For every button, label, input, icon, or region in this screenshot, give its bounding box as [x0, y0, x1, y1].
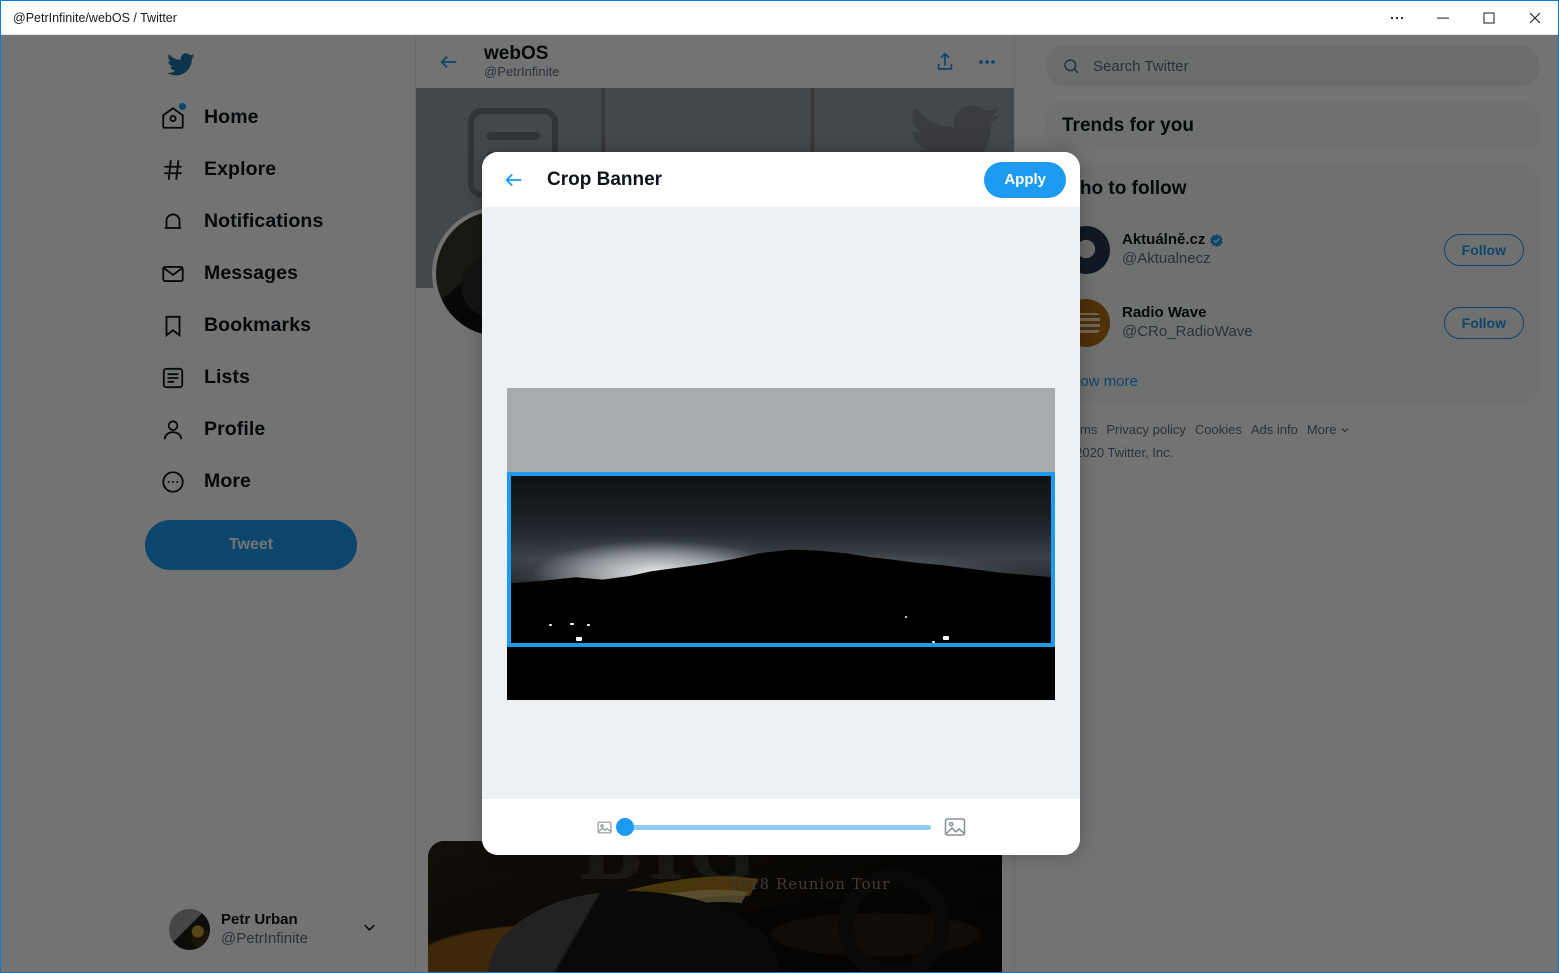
crop-selection[interactable] — [507, 472, 1055, 647]
list-item[interactable]: Radio Wave @CRo_RadioWave Follow — [1046, 286, 1540, 359]
avatar — [169, 909, 210, 950]
sidebar-item-explore[interactable]: Explore — [145, 145, 371, 194]
sidebar-item-label: More — [204, 470, 251, 492]
city-light — [548, 624, 552, 626]
person-icon — [159, 416, 186, 443]
chevron-down-icon — [1342, 428, 1349, 433]
city-light — [575, 637, 582, 641]
footer: TermsPrivacy policyCookiesAds infoMore ©… — [1046, 403, 1540, 463]
window-close-button[interactable] — [1512, 1, 1558, 35]
image-small-icon — [596, 819, 613, 836]
trends-card: Trends for you — [1046, 102, 1540, 150]
night-sky-photo — [511, 476, 1051, 643]
sidebar-item-bookmarks[interactable]: Bookmarks — [145, 301, 371, 350]
sidebar-item-profile[interactable]: Profile — [145, 405, 371, 454]
arrow-left-icon[interactable] — [496, 162, 532, 198]
left-navigation: Home Explore Notifications Messages Book… — [1, 35, 415, 972]
envelope-icon — [159, 260, 186, 287]
copyright: © 2020 Twitter, Inc. — [1062, 444, 1174, 460]
who-to-follow-card: Who to follow Aktuálně.cz @Aktualnecz Fo… — [1046, 165, 1540, 403]
footer-link-ads-info[interactable]: Ads info — [1251, 422, 1298, 437]
twitter-page: Home Explore Notifications Messages Book… — [1, 35, 1558, 972]
city-light — [586, 624, 590, 626]
profile-handle: @PetrInfinite — [484, 63, 560, 79]
sidebar-item-notifications[interactable]: Notifications — [145, 197, 371, 246]
zoom-slider-thumb[interactable] — [615, 818, 634, 836]
footer-link-cookies[interactable]: Cookies — [1195, 422, 1242, 437]
who-to-follow-title: Who to follow — [1062, 178, 1187, 199]
share-icon[interactable] — [934, 51, 956, 73]
chevron-down-icon[interactable] — [360, 918, 379, 942]
account-switcher[interactable]: Petr Urban @PetrInfinite — [159, 901, 389, 958]
list-item[interactable]: Aktuálně.cz @Aktualnecz Follow — [1046, 213, 1540, 286]
window-controls — [1374, 1, 1558, 35]
sidebar-item-label: Lists — [204, 366, 251, 388]
account-name: Petr Urban — [221, 910, 298, 928]
trends-title: Trends for you — [1062, 115, 1194, 136]
show-more-link[interactable]: Show more — [1046, 359, 1540, 403]
footer-link-privacy[interactable]: Privacy policy — [1106, 422, 1185, 437]
follow-button[interactable]: Follow — [1443, 234, 1524, 266]
follow-button[interactable]: Follow — [1443, 307, 1524, 339]
tour-poster-image[interactable]: BIG 2018 Reunion Tour — [428, 841, 1002, 972]
sidebar-item-label: Profile — [204, 418, 266, 440]
home-icon — [159, 103, 186, 131]
zoom-slider-track[interactable] — [615, 818, 931, 836]
hashtag-icon — [159, 156, 186, 183]
window-maximize-button[interactable] — [1466, 1, 1512, 35]
sidebar-item-label: Home — [204, 106, 259, 128]
sidebar-item-home[interactable]: Home — [145, 93, 371, 142]
sidebar-item-label: Explore — [204, 158, 277, 180]
more-circle-icon — [159, 468, 186, 495]
apply-button[interactable]: Apply — [984, 161, 1066, 198]
sidebar-item-label: Notifications — [204, 210, 324, 232]
bookmark-icon — [159, 312, 186, 339]
window-minimize-button[interactable] — [1420, 1, 1466, 35]
search-input[interactable] — [1093, 57, 1524, 75]
list-icon — [159, 364, 186, 391]
window-title: @PetrInfinite/webOS / Twitter — [13, 10, 177, 25]
city-light — [943, 636, 949, 640]
app-window: @PetrInfinite/webOS / Twitter Home Explo… — [0, 0, 1559, 973]
account-name: Radio Wave — [1122, 304, 1207, 322]
more-horizontal-icon[interactable] — [976, 51, 998, 73]
profile-header: webOS @PetrInfinite — [416, 35, 1014, 88]
tour-caption: 2018 Reunion Tour — [728, 875, 891, 893]
sidebar-item-messages[interactable]: Messages — [145, 249, 371, 298]
verified-badge-icon — [1209, 233, 1224, 248]
footer-more-label: More — [1306, 422, 1337, 437]
account-handle: @Aktualnecz — [1122, 250, 1211, 267]
account-handle: @PetrInfinite — [221, 929, 308, 947]
search-box[interactable] — [1046, 45, 1540, 87]
window-more-button[interactable] — [1374, 1, 1420, 35]
mountain-ridge — [511, 549, 1051, 643]
zoom-slider-bar — [482, 799, 1080, 855]
page-title: webOS — [484, 43, 549, 65]
dialog-title: Crop Banner — [547, 168, 663, 190]
tweet-button[interactable]: Tweet — [145, 520, 357, 570]
search-icon — [1062, 57, 1081, 76]
dialog-header: Crop Banner Apply — [482, 152, 1080, 207]
account-handle: @CRo_RadioWave — [1122, 323, 1253, 340]
sidebar-item-more[interactable]: More — [145, 457, 371, 506]
right-sidebar: Trends for you Who to follow Aktuálně.cz… — [1016, 35, 1558, 972]
sidebar-item-label: Bookmarks — [204, 314, 312, 336]
footer-link-more[interactable]: More — [1307, 420, 1352, 441]
home-badge-dot — [179, 103, 186, 110]
sidebar-item-lists[interactable]: Lists — [145, 353, 371, 402]
sidebar-item-label: Messages — [204, 262, 299, 284]
image-large-icon — [943, 815, 967, 839]
twitter-logo[interactable] — [155, 39, 207, 91]
bell-icon — [159, 208, 186, 235]
crop-canvas[interactable] — [482, 207, 1080, 799]
title-bar: @PetrInfinite/webOS / Twitter — [1, 1, 1558, 35]
arrow-left-icon[interactable] — [432, 45, 466, 79]
crop-banner-dialog: Crop Banner Apply — [482, 152, 1080, 855]
banner-placeholder-line — [486, 132, 540, 140]
account-name: Aktuálně.cz — [1122, 231, 1206, 249]
